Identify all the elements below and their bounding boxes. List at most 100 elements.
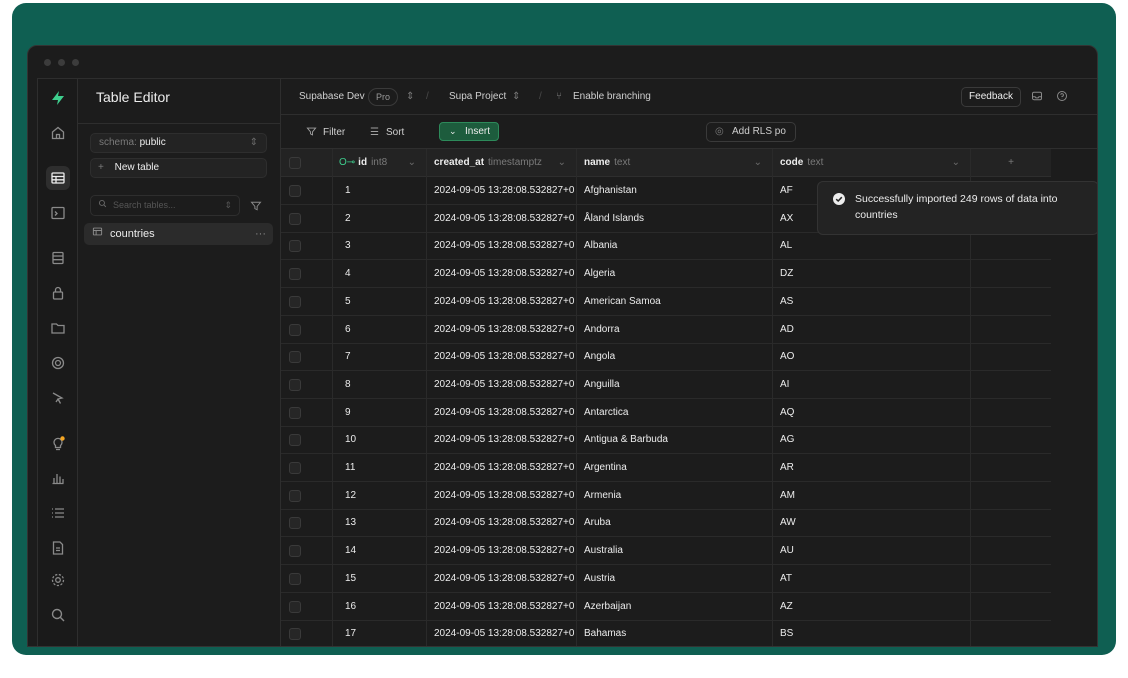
cell-id[interactable]: 10 bbox=[333, 426, 427, 455]
cell-id[interactable]: 12 bbox=[333, 481, 427, 510]
row-checkbox[interactable] bbox=[289, 295, 301, 308]
cell-code[interactable]: AL bbox=[773, 232, 971, 261]
filter-button[interactable]: Filter bbox=[323, 127, 345, 138]
docs-icon[interactable] bbox=[46, 536, 70, 560]
column-header-name[interactable]: name text ⌄ bbox=[577, 149, 773, 177]
cell-code[interactable]: AZ bbox=[773, 592, 971, 621]
database-icon[interactable] bbox=[46, 246, 70, 270]
cell-id[interactable]: 15 bbox=[333, 564, 427, 593]
cell-created-at[interactable]: 2024-09-05 13:28:08.532827+0 bbox=[427, 232, 577, 261]
table-row[interactable]: 13 2024-09-05 13:28:08.532827+0 Aruba AW bbox=[281, 509, 1051, 538]
cell-id[interactable]: 16 bbox=[333, 592, 427, 621]
row-checkbox[interactable] bbox=[289, 545, 301, 558]
cell-id[interactable]: 9 bbox=[333, 398, 427, 427]
table-row[interactable]: 8 2024-09-05 13:28:08.532827+0 Anguilla AI bbox=[281, 370, 1051, 399]
cell-created-at[interactable]: 2024-09-05 13:28:08.532827+0 bbox=[427, 426, 577, 455]
search-tables-input[interactable]: Search tables... ⇕ bbox=[90, 195, 240, 216]
cell-code[interactable]: AQ bbox=[773, 398, 971, 427]
row-checkbox[interactable] bbox=[289, 406, 301, 419]
cell-name[interactable]: Austria bbox=[577, 564, 773, 593]
org-name[interactable]: Supabase Dev bbox=[299, 91, 365, 102]
cell-created-at[interactable]: 2024-09-05 13:28:08.532827+0 bbox=[427, 370, 577, 399]
cell-id[interactable]: 7 bbox=[333, 343, 427, 372]
cell-name[interactable]: Afghanistan bbox=[577, 177, 773, 205]
cell-name[interactable]: Anguilla bbox=[577, 370, 773, 399]
cell-code[interactable]: AM bbox=[773, 481, 971, 510]
table-row[interactable]: 10 2024-09-05 13:28:08.532827+0 Antigua & … bbox=[281, 426, 1051, 455]
chevron-updown-icon[interactable]: ⇕ bbox=[406, 91, 414, 102]
cell-code[interactable]: AI bbox=[773, 370, 971, 399]
search-icon[interactable] bbox=[46, 603, 70, 627]
row-checkbox[interactable] bbox=[289, 351, 301, 364]
cell-id[interactable]: 17 bbox=[333, 620, 427, 646]
chevron-updown-icon[interactable]: ⇕ bbox=[512, 91, 520, 102]
row-checkbox[interactable] bbox=[289, 323, 301, 336]
cell-created-at[interactable]: 2024-09-05 13:28:08.532827+0 bbox=[427, 481, 577, 510]
column-header-id[interactable]: O⊸ id int8 ⌄ bbox=[333, 149, 427, 177]
cell-id[interactable]: 8 bbox=[333, 370, 427, 399]
cell-code[interactable]: AS bbox=[773, 287, 971, 316]
cell-name[interactable]: Argentina bbox=[577, 454, 773, 482]
cell-id[interactable]: 2 bbox=[333, 204, 427, 233]
cell-created-at[interactable]: 2024-09-05 13:28:08.532827+0 bbox=[427, 509, 577, 538]
cell-created-at[interactable]: 2024-09-05 13:28:08.532827+0 bbox=[427, 204, 577, 233]
cell-code[interactable]: AU bbox=[773, 537, 971, 566]
logs-icon[interactable] bbox=[46, 501, 70, 525]
cell-id[interactable]: 5 bbox=[333, 287, 427, 316]
insert-button[interactable]: ⌄ Insert bbox=[439, 122, 499, 141]
cell-created-at[interactable]: 2024-09-05 13:28:08.532827+0 bbox=[427, 398, 577, 427]
row-checkbox[interactable] bbox=[289, 628, 301, 641]
row-checkbox[interactable] bbox=[289, 378, 301, 391]
cell-created-at[interactable]: 2024-09-05 13:28:08.532827+0 bbox=[427, 343, 577, 372]
cell-id[interactable]: 14 bbox=[333, 537, 427, 566]
cell-created-at[interactable]: 2024-09-05 13:28:08.532827+0 bbox=[427, 620, 577, 646]
row-checkbox[interactable] bbox=[289, 212, 301, 225]
add-rls-policy-button[interactable]: ◎ Add RLS po bbox=[706, 122, 796, 142]
table-row[interactable]: 9 2024-09-05 13:28:08.532827+0 Antarctica A… bbox=[281, 398, 1051, 427]
select-all-checkbox[interactable] bbox=[289, 157, 301, 169]
row-checkbox[interactable] bbox=[289, 572, 301, 585]
advisors-icon[interactable] bbox=[46, 431, 70, 455]
cell-name[interactable]: Antarctica bbox=[577, 398, 773, 427]
cell-code[interactable]: DZ bbox=[773, 260, 971, 289]
cell-code[interactable]: AT bbox=[773, 564, 971, 593]
cell-name[interactable]: Albania bbox=[577, 232, 773, 261]
column-header-created-at[interactable]: created_at timestamptz ⌄ bbox=[427, 149, 577, 177]
cell-name[interactable]: American Samoa bbox=[577, 287, 773, 316]
row-checkbox[interactable] bbox=[289, 489, 301, 502]
cell-id[interactable]: 1 bbox=[333, 177, 427, 205]
row-checkbox[interactable] bbox=[289, 517, 301, 530]
sort-button[interactable]: Sort bbox=[386, 127, 404, 138]
table-row[interactable]: 11 2024-09-05 13:28:08.532827+0 Argentina A… bbox=[281, 454, 1051, 482]
column-header-code[interactable]: code text ⌄ bbox=[773, 149, 971, 177]
row-checkbox[interactable] bbox=[289, 600, 301, 613]
row-checkbox[interactable] bbox=[289, 240, 301, 253]
table-row[interactable]: 4 2024-09-05 13:28:08.532827+0 Algeria DZ bbox=[281, 260, 1051, 289]
table-row[interactable]: 14 2024-09-05 13:28:08.532827+0 Australia A… bbox=[281, 537, 1051, 566]
cell-id[interactable]: 6 bbox=[333, 315, 427, 344]
row-checkbox[interactable] bbox=[289, 434, 301, 447]
cell-created-at[interactable]: 2024-09-05 13:28:08.532827+0 bbox=[427, 537, 577, 566]
home-icon[interactable] bbox=[46, 121, 70, 145]
table-row[interactable]: 15 2024-09-05 13:28:08.532827+0 Austria AT bbox=[281, 564, 1051, 593]
cell-name[interactable]: Bahamas bbox=[577, 620, 773, 646]
table-row[interactable]: 6 2024-09-05 13:28:08.532827+0 Andorra AD bbox=[281, 315, 1051, 344]
cell-code[interactable]: AG bbox=[773, 426, 971, 455]
cell-code[interactable]: AR bbox=[773, 454, 971, 482]
add-column-button[interactable]: + bbox=[971, 149, 1051, 177]
more-icon[interactable]: ··· bbox=[255, 223, 266, 245]
cell-code[interactable]: BS bbox=[773, 620, 971, 646]
row-checkbox[interactable] bbox=[289, 268, 301, 281]
settings-icon[interactable] bbox=[46, 568, 70, 592]
reports-icon[interactable] bbox=[46, 466, 70, 490]
logo-icon[interactable] bbox=[46, 86, 70, 110]
filter-tables-button[interactable] bbox=[245, 195, 267, 216]
cell-created-at[interactable]: 2024-09-05 13:28:08.532827+0 bbox=[427, 564, 577, 593]
cell-name[interactable]: Armenia bbox=[577, 481, 773, 510]
cell-created-at[interactable]: 2024-09-05 13:28:08.532827+0 bbox=[427, 177, 577, 205]
table-row[interactable]: 17 2024-09-05 13:28:08.532827+0 Bahamas BS bbox=[281, 620, 1051, 646]
cell-code[interactable]: AD bbox=[773, 315, 971, 344]
cell-id[interactable]: 3 bbox=[333, 232, 427, 261]
cell-name[interactable]: Azerbaijan bbox=[577, 592, 773, 621]
storage-icon[interactable] bbox=[46, 316, 70, 340]
